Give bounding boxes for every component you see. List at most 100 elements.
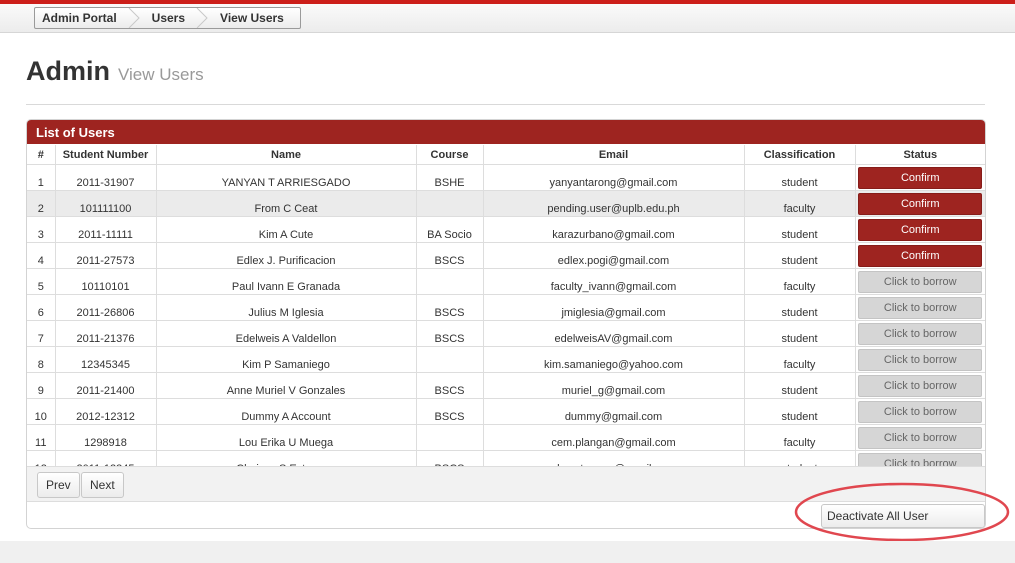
cell-student-number: 2011-26806 (55, 294, 157, 321)
click-to-borrow-button[interactable]: Click to borrow (858, 348, 983, 371)
cell-classification: faculty (744, 268, 856, 295)
cell-status: Confirm (855, 216, 985, 243)
cell-course (416, 268, 484, 295)
table-header-row: # Student Number Name Course Email Class… (27, 145, 985, 165)
cell-number: 8 (27, 346, 56, 373)
column-header-name: Name (156, 145, 417, 165)
table-row: 2 101111100 From C Ceat pending.user@uplb.e… (27, 190, 985, 217)
prev-button[interactable]: Prev (37, 472, 80, 498)
breadcrumb-view-users[interactable]: View Users (213, 8, 290, 28)
confirm-button[interactable]: Confirm (858, 244, 983, 267)
cell-student-number: 2011-21400 (55, 372, 157, 399)
column-header-email: Email (483, 145, 745, 165)
table-row: 7 2011-21376 Edelweis A Valdellon BSCS edelw… (27, 320, 985, 347)
page-title: Admin View Users (26, 56, 204, 87)
cell-status: Click to borrow (855, 346, 985, 373)
cell-student-number: 1298918 (55, 424, 157, 451)
users-panel: List of Users # Student Number Name Cour… (26, 119, 986, 529)
breadcrumb-users[interactable]: Users (145, 8, 191, 28)
confirm-button[interactable]: Confirm (858, 192, 983, 215)
table-row: 3 2011-11111 Kim A Cute BA Socio karazurbano… (27, 216, 985, 243)
cell-status: Click to borrow (855, 320, 985, 347)
next-button[interactable]: Next (81, 472, 124, 498)
breadcrumb-admin-portal[interactable]: Admin Portal (35, 8, 123, 28)
table-row: 11 1298918 Lou Erika U Muega cem.plangan@gm… (27, 424, 985, 451)
cell-course (416, 190, 484, 217)
cell-course: BSCS (416, 372, 484, 399)
cell-classification: student (744, 398, 856, 425)
cell-course: BSHE (416, 164, 484, 191)
cell-student-number: 12345345 (55, 346, 157, 373)
cell-name: Julius M Iglesia (156, 294, 417, 321)
cell-number: 2 (27, 190, 56, 217)
cell-email: faculty_ivann@gmail.com (483, 268, 745, 295)
confirm-button[interactable]: Confirm (858, 218, 983, 241)
breadcrumb: Admin Portal Users View Users (34, 7, 301, 29)
cell-number: 3 (27, 216, 56, 243)
column-header-student-number: Student Number (55, 145, 157, 165)
column-header-course: Course (416, 145, 484, 165)
cell-student-number: 2011-27573 (55, 242, 157, 269)
cell-email: yanyantarong@gmail.com (483, 164, 745, 191)
chevron-right-icon (191, 8, 213, 28)
cell-classification: student (744, 372, 856, 399)
cell-email: muriel_g@gmail.com (483, 372, 745, 399)
cell-name: Paul Ivann E Granada (156, 268, 417, 295)
cell-name: Kim P Samaniego (156, 346, 417, 373)
click-to-borrow-button[interactable]: Click to borrow (858, 426, 983, 449)
cell-name: Kim A Cute (156, 216, 417, 243)
cell-number: 5 (27, 268, 56, 295)
cell-name: YANYAN T ARRIESGADO (156, 164, 417, 191)
page-title-main: Admin (26, 56, 110, 86)
chevron-right-icon (123, 8, 145, 28)
cell-course: BA Socio (416, 216, 484, 243)
cell-status: Confirm (855, 190, 985, 217)
cell-student-number: 2011-11111 (55, 216, 157, 243)
column-header-status: Status (855, 145, 985, 165)
cell-classification: student (744, 164, 856, 191)
cell-classification: student (744, 294, 856, 321)
cell-status: Click to borrow (855, 372, 985, 399)
cell-student-number: 2011-21376 (55, 320, 157, 347)
cell-status: Click to borrow (855, 398, 985, 425)
cell-email: edlex.pogi@gmail.com (483, 242, 745, 269)
cell-student-number: 10110101 (55, 268, 157, 295)
cell-course (416, 346, 484, 373)
cell-number: 11 (27, 424, 56, 451)
cell-number: 9 (27, 372, 56, 399)
cell-course: BSCS (416, 294, 484, 321)
table-row: 8 12345345 Kim P Samaniego kim.samaniego@ya… (27, 346, 985, 373)
page-subtitle: View Users (118, 65, 204, 84)
click-to-borrow-button[interactable]: Click to borrow (858, 374, 983, 397)
click-to-borrow-button[interactable]: Click to borrow (858, 296, 983, 319)
table-row: 1 2011-31907 YANYAN T ARRIESGADO BSHE yanyan… (27, 164, 985, 191)
footer-strip (0, 541, 1015, 563)
column-header-number: # (27, 145, 56, 165)
cell-classification: student (744, 242, 856, 269)
cell-student-number: 101111100 (55, 190, 157, 217)
click-to-borrow-button[interactable]: Click to borrow (858, 270, 983, 293)
cell-student-number: 2011-31907 (55, 164, 157, 191)
cell-status: Click to borrow (855, 294, 985, 321)
users-table: # Student Number Name Course Email Class… (27, 145, 985, 477)
table-row: 5 10110101 Paul Ivann E Granada faculty_iva… (27, 268, 985, 295)
cell-name: Edelweis A Valdellon (156, 320, 417, 347)
cell-classification: faculty (744, 190, 856, 217)
cell-name: Anne Muriel V Gonzales (156, 372, 417, 399)
pagination-bar: Prev Next (27, 466, 985, 502)
table-row: 6 2011-26806 Julius M Iglesia BSCS jmiglesia… (27, 294, 985, 321)
cell-course: BSCS (416, 398, 484, 425)
cell-classification: student (744, 320, 856, 347)
cell-number: 10 (27, 398, 56, 425)
cell-name: Dummy A Account (156, 398, 417, 425)
panel-title: List of Users (27, 120, 985, 144)
deactivate-all-accounts-button[interactable]: Deactivate All User Accounts (821, 504, 985, 528)
cell-email: cem.plangan@gmail.com (483, 424, 745, 451)
click-to-borrow-button[interactable]: Click to borrow (858, 400, 983, 423)
cell-classification: faculty (744, 346, 856, 373)
click-to-borrow-button[interactable]: Click to borrow (858, 322, 983, 345)
table-row: 4 2011-27573 Edlex J. Purificacion BSCS edle… (27, 242, 985, 269)
cell-classification: faculty (744, 424, 856, 451)
cell-email: edelweisAV@gmail.com (483, 320, 745, 347)
confirm-button[interactable]: Confirm (858, 166, 983, 189)
